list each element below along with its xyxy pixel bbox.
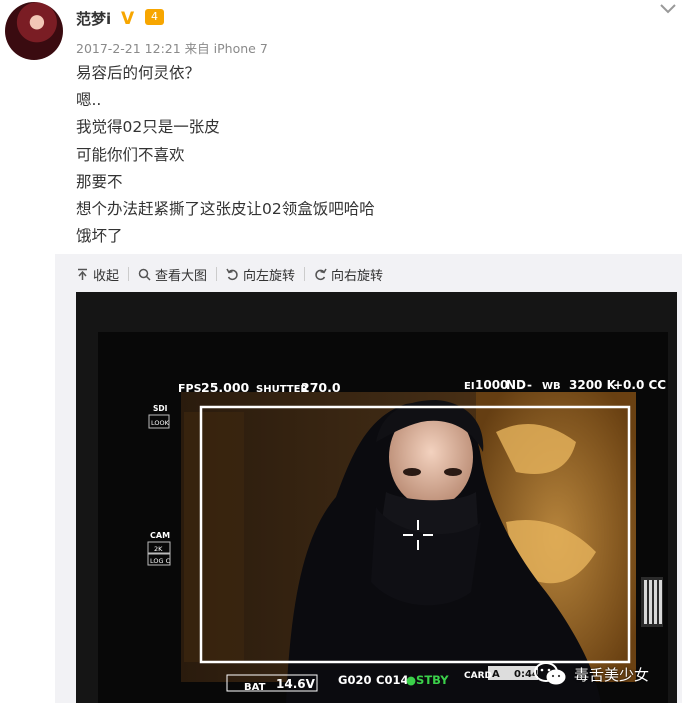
watermark: 毒舌美少女 — [532, 661, 649, 687]
shutter-value: 270.0 — [301, 380, 341, 395]
media-toolbar: 收起 查看大图 向左旋转 向右旋转 — [76, 264, 383, 284]
post-line: 我觉得02只是一张皮 — [76, 118, 220, 137]
cam-res: 2K — [154, 545, 163, 553]
rotate-left-button[interactable]: 向左旋转 — [226, 265, 295, 284]
post-text: 易容后的何灵依？ 嗯.. 我觉得02只是一张皮 可能你们不喜欢 那要不 想个办法… — [76, 60, 375, 250]
source-prefix: 来自 — [184, 41, 210, 56]
member-level-icon: 4 — [145, 9, 164, 25]
toolbar-divider — [216, 267, 218, 281]
toolbar-divider — [128, 267, 130, 281]
ei-value: 1000 — [475, 378, 508, 392]
post-line: 饿坏了 — [76, 227, 123, 246]
ei-label: EI — [464, 381, 475, 392]
rotate-right-label: 向右旋转 — [331, 268, 384, 284]
post-line: 可能你们不喜欢 — [76, 145, 185, 164]
post-photo[interactable]: FPS 25.000 SHUTTER 270.0 EI 1000 ND - WB… — [76, 292, 677, 703]
audio-meter — [641, 577, 663, 627]
rotate-right-icon — [315, 268, 327, 280]
post-line: 嗯.. — [76, 91, 102, 110]
search-icon — [138, 268, 151, 281]
bat-label: BAT — [244, 682, 266, 693]
chevron-down-icon[interactable] — [659, 2, 677, 16]
collapse-icon — [78, 268, 87, 280]
source-device[interactable]: iPhone 7 — [214, 41, 268, 56]
post-meta: 2017-2-21 12:21 来自 iPhone 7 — [76, 38, 268, 57]
fps-value: 25.000 — [201, 380, 250, 395]
fps-label: FPS — [178, 382, 202, 395]
bat-value: 14.6V — [276, 677, 316, 691]
post-date[interactable]: 2017-2-21 12:21 — [76, 41, 181, 56]
cam-mode: LOG C — [150, 557, 171, 565]
reel-value: G020 — [338, 673, 371, 687]
cc-value: +0.0 CC — [613, 378, 666, 392]
view-large-label: 查看大图 — [155, 268, 208, 284]
post-line: 想个办法赶紧撕了这张皮让02领盒饭吧哈哈 — [76, 200, 375, 219]
rotate-left-label: 向左旋转 — [243, 268, 296, 284]
view-large-button[interactable]: 查看大图 — [138, 265, 207, 284]
avatar[interactable] — [5, 2, 63, 60]
card-slot: A — [492, 669, 500, 680]
camera-monitor-image: FPS 25.000 SHUTTER 270.0 EI 1000 ND - WB… — [76, 292, 677, 703]
wb-label: WB — [542, 381, 561, 392]
sdi-value: LOOK — [151, 419, 170, 427]
sdi-label: SDI — [153, 404, 168, 413]
collapse-button[interactable]: 收起 — [76, 265, 119, 284]
username[interactable]: 范梦i — [76, 8, 111, 29]
nd-label: ND — [506, 378, 526, 392]
toolbar-divider — [304, 267, 306, 281]
post-line: 那要不 — [76, 172, 123, 191]
watermark-text: 毒舌美少女 — [574, 665, 650, 684]
wb-value: 3200 K — [569, 378, 617, 392]
member-level-value: 4 — [151, 10, 158, 23]
stby-status: ●STBY — [406, 673, 449, 687]
wechat-icon — [534, 662, 566, 685]
verified-badge-icon: V — [121, 9, 135, 29]
cam-label: CAM — [150, 531, 170, 540]
rotate-right-button[interactable]: 向右旋转 — [314, 265, 383, 284]
rotate-left-icon — [226, 268, 238, 280]
card-label: CARD — [464, 671, 492, 681]
clip-value: C014 — [376, 673, 408, 687]
nd-value: - — [527, 378, 532, 392]
post-line: 易容后的何灵依？ — [76, 64, 201, 82]
collapse-label: 收起 — [93, 268, 120, 284]
